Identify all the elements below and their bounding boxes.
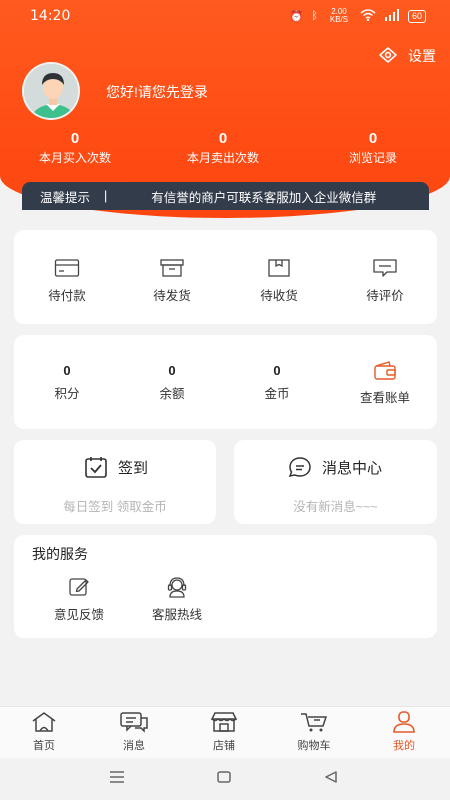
order-label: 待发货	[153, 289, 191, 303]
stat-label: 浏览记录	[348, 151, 397, 165]
tab-label: 店铺	[213, 740, 235, 752]
home-nav-icon[interactable]	[216, 770, 232, 784]
checkin-subtitle: 每日签到 领取金币	[63, 500, 167, 514]
stat-browse-history[interactable]: 0 浏览记录	[318, 130, 428, 166]
menu-icon[interactable]	[108, 770, 126, 784]
wallet-icon	[374, 361, 396, 380]
tab-store[interactable]: 店铺	[194, 711, 254, 753]
message-center-subtitle: 没有新消息~~~	[293, 500, 378, 514]
tab-label: 消息	[123, 740, 145, 752]
balance-label: 余额	[159, 387, 185, 401]
view-bill-button[interactable]: 查看账单	[340, 361, 430, 406]
stat-buy-count[interactable]: 0 本月买入次数	[20, 130, 130, 166]
order-label: 待评价	[366, 289, 404, 303]
signal-icon	[384, 8, 400, 24]
order-pending-payment[interactable]: 待付款	[22, 258, 112, 304]
stat-label: 本月卖出次数	[186, 151, 259, 165]
service-label: 客服热线	[151, 608, 202, 622]
order-pending-receipt[interactable]: 待收货	[234, 258, 324, 304]
net-speed: 2.00 KB/S	[329, 7, 349, 24]
service-feedback[interactable]: 意见反馈	[34, 576, 124, 623]
bluetooth-icon: ᛒ	[311, 10, 318, 22]
store-icon	[210, 712, 238, 732]
system-nav-bar	[0, 758, 450, 800]
points-value: 0	[63, 363, 71, 378]
wifi-icon	[360, 8, 376, 24]
status-time: 14:20	[30, 8, 71, 24]
notice-separator: |	[104, 189, 108, 203]
tab-label: 我的	[393, 740, 415, 752]
tab-messages[interactable]: 消息	[104, 711, 164, 753]
settings-label: 设置	[408, 48, 436, 64]
tab-label: 首页	[33, 740, 55, 752]
stat-value: 0	[218, 130, 228, 147]
cart-icon	[301, 713, 328, 732]
box-icon	[160, 259, 184, 277]
back-icon[interactable]	[323, 770, 339, 784]
tab-label: 购物车	[297, 740, 331, 752]
stat-sell-count[interactable]: 0 本月卖出次数	[168, 130, 278, 166]
stat-value: 0	[70, 130, 80, 147]
balance-value: 0	[168, 363, 176, 378]
settings-button[interactable]: 设置	[378, 46, 436, 66]
bottom-tab-bar: 首页 消息 店铺 购物车 我的	[0, 706, 450, 758]
points[interactable]: 0 积分	[22, 363, 112, 402]
notice-message: 有信誉的商户可联系客服加入企业微信群	[151, 190, 377, 205]
user-icon	[393, 711, 415, 733]
gold-coins[interactable]: 0 金币	[232, 363, 322, 402]
status-bar: 14:20 ⏰ ᛒ 2.00 KB/S 60	[0, 0, 450, 32]
home-icon	[32, 712, 56, 732]
coins-value: 0	[273, 363, 281, 378]
tab-home[interactable]: 首页	[14, 711, 74, 753]
headset-icon	[167, 577, 187, 598]
avatar[interactable]	[22, 62, 80, 120]
orders-card: 待付款 待发货 待收货 待评价	[14, 230, 437, 324]
battery-icon: 60	[407, 9, 426, 23]
view-bill-label: 查看账单	[359, 391, 410, 405]
chat-icon	[120, 712, 148, 733]
settings-icon	[378, 46, 398, 66]
tab-cart[interactable]: 购物车	[284, 711, 344, 753]
points-label: 积分	[54, 387, 80, 401]
coins-label: 金币	[264, 387, 290, 401]
comment-icon	[373, 259, 397, 277]
status-icons: ⏰ ᛒ 2.00 KB/S 60	[290, 8, 426, 24]
order-label: 待收货	[260, 289, 298, 303]
balance[interactable]: 0 余额	[127, 363, 217, 402]
login-prompt[interactable]: 您好!请您先登录	[106, 82, 208, 102]
calendar-check-icon	[85, 457, 107, 478]
checkin-title: 签到	[118, 459, 149, 477]
tab-mine[interactable]: 我的	[374, 711, 434, 753]
message-center-title: 消息中心	[322, 459, 383, 477]
notice-bar[interactable]: 温馨提示 | 有信誉的商户可联系客服加入企业微信群	[22, 182, 429, 210]
order-pending-shipment[interactable]: 待发货	[127, 258, 217, 304]
alarm-icon: ⏰	[289, 10, 304, 23]
stat-label: 本月买入次数	[38, 151, 111, 165]
checkin-card[interactable]: 签到 每日签到 领取金币	[14, 440, 216, 524]
card-icon	[54, 259, 80, 277]
stat-value: 0	[368, 130, 378, 147]
order-label: 待付款	[48, 289, 86, 303]
services-title: 我的服务	[32, 546, 88, 562]
order-pending-review[interactable]: 待评价	[340, 258, 430, 304]
message-center-card[interactable]: 消息中心 没有新消息~~~	[234, 440, 437, 524]
service-hotline[interactable]: 客服热线	[132, 576, 222, 623]
notice-title: 温馨提示	[40, 190, 91, 205]
service-label: 意见反馈	[53, 608, 104, 622]
package-icon	[268, 259, 290, 277]
edit-icon	[69, 578, 89, 596]
chat-bubble-icon	[288, 457, 311, 478]
wallet-card: 0 积分 0 余额 0 金币 查看账单	[14, 335, 437, 429]
